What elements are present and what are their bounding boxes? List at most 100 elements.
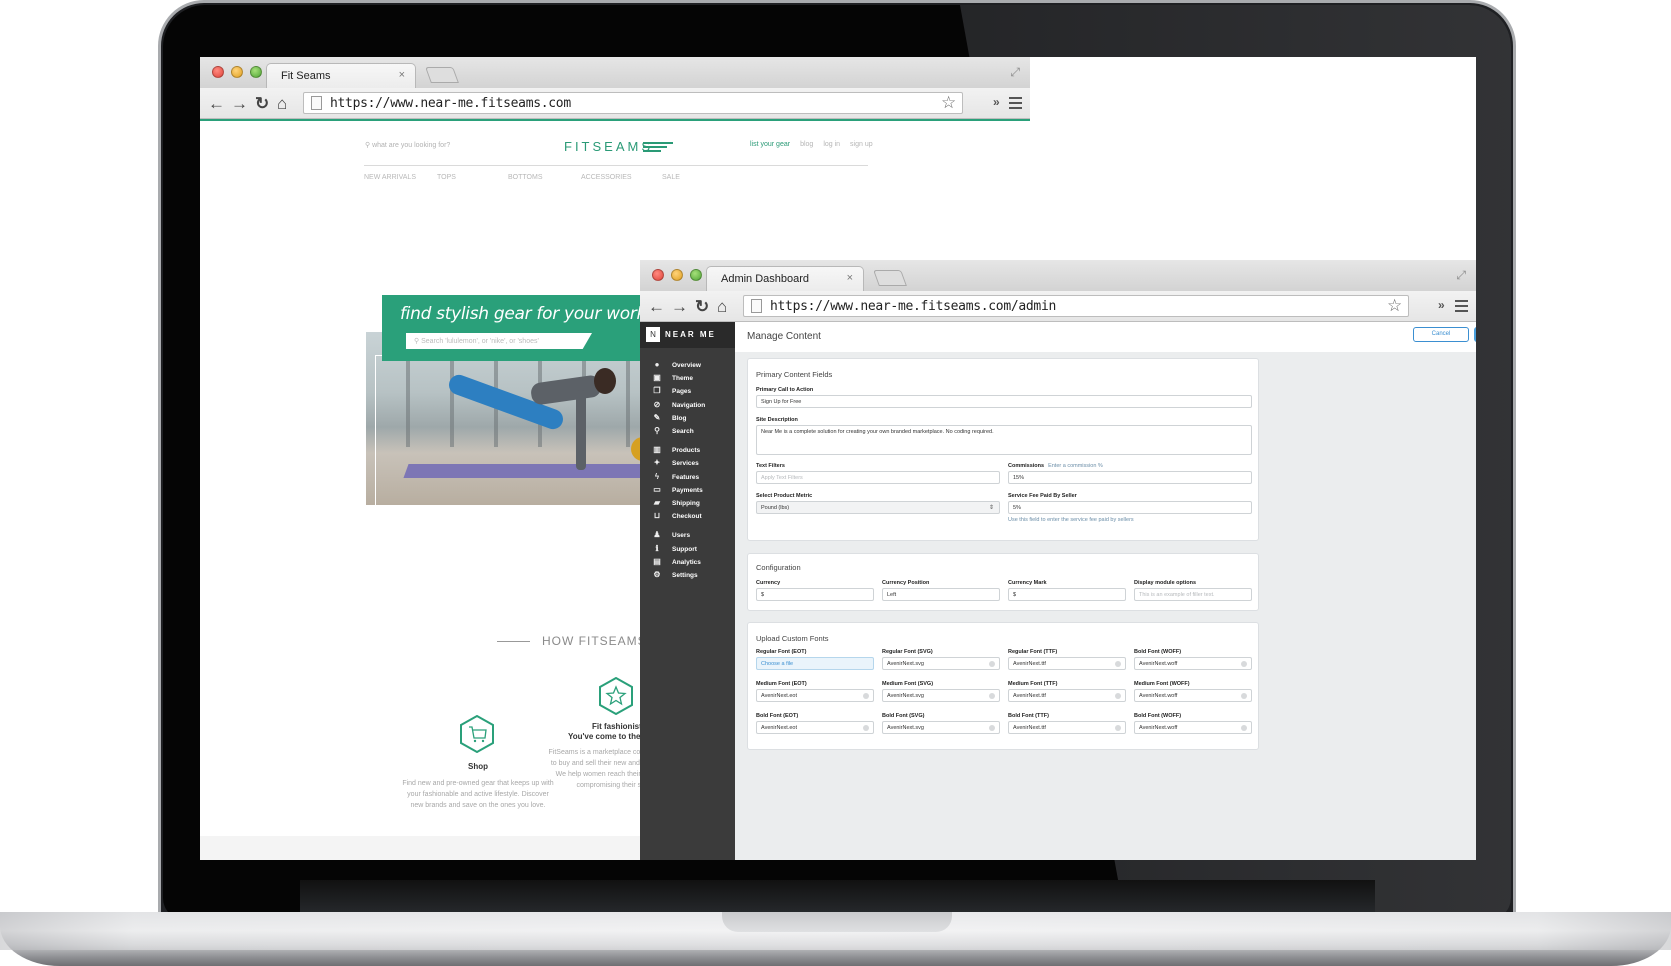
logo-stripes-icon: [643, 142, 673, 154]
sidebar-item-analytics[interactable]: ▤ Analytics: [652, 557, 701, 569]
nav-accessories[interactable]: ACCESSORIES: [581, 174, 632, 181]
medium-font-woff-file-input[interactable]: AvenirNext.woff: [1134, 689, 1252, 702]
sidebar-item-label: Products: [672, 447, 701, 455]
regular-font-ttf-file-input[interactable]: AvenirNext.ttf: [1008, 657, 1126, 670]
maximize-window-button[interactable]: [690, 269, 702, 281]
sidebar-item-overview[interactable]: ● Overview: [652, 360, 701, 372]
near-me-logo[interactable]: N: [646, 327, 660, 342]
extensions-chevron-icon[interactable]: »: [1438, 298, 1445, 312]
close-window-button[interactable]: [212, 66, 224, 78]
forward-icon[interactable]: →: [671, 297, 688, 317]
fullscreen-icon[interactable]: ⤢: [1010, 65, 1020, 80]
currency-position-input[interactable]: Left: [882, 588, 1000, 601]
minimize-window-button[interactable]: [671, 269, 683, 281]
sidebar-item-users[interactable]: ♟ Users: [652, 530, 690, 542]
primary-cta-input[interactable]: Sign Up for Free: [756, 395, 1252, 408]
bold-font-woff-file-input[interactable]: AvenirNext.woff: [1134, 657, 1252, 670]
commissions-input[interactable]: 15%: [1008, 471, 1252, 484]
bold-font-ttf-file-input[interactable]: AvenirNext.ttf: [1008, 721, 1126, 734]
bold-font-woff-file-input[interactable]: AvenirNext.woff: [1134, 721, 1252, 734]
clear-file-icon[interactable]: [989, 661, 995, 667]
sidebar-item-support[interactable]: ℹ Support: [652, 544, 696, 556]
clear-file-icon[interactable]: [1115, 661, 1121, 667]
tab-close-icon[interactable]: ×: [399, 69, 405, 81]
clear-file-icon[interactable]: [1241, 661, 1247, 667]
fitseams-logo[interactable]: FITSEAMS: [564, 139, 653, 154]
url-input[interactable]: https://www.near-me.fitseams.com ☆: [303, 92, 963, 114]
pages-icon: ❐: [653, 386, 661, 396]
clear-file-icon[interactable]: [1241, 693, 1247, 699]
clear-file-icon[interactable]: [1115, 693, 1121, 699]
browser-menu-icon[interactable]: [1455, 300, 1468, 315]
link-blog[interactable]: blog: [800, 141, 813, 148]
products-icon: ▥: [653, 445, 661, 455]
service-fee-input[interactable]: 5%: [1008, 501, 1252, 514]
clear-file-icon[interactable]: [989, 693, 995, 699]
minimize-window-button[interactable]: [231, 66, 243, 78]
nav-tops[interactable]: TOPS: [437, 174, 456, 181]
sidebar-item-settings[interactable]: ⚙ Settings: [652, 570, 697, 582]
save-button[interactable]: Save: [1474, 327, 1476, 342]
bookmark-star-icon[interactable]: ☆: [1387, 296, 1402, 316]
sidebar-item-blog[interactable]: ✎ Blog: [652, 413, 687, 425]
bookmark-star-icon[interactable]: ☆: [941, 93, 956, 113]
reload-icon[interactable]: ↻: [255, 94, 269, 114]
sidebar-item-navigation[interactable]: ⊘ Navigation: [652, 400, 706, 412]
site-description-textarea[interactable]: Near Me is a complete solution for creat…: [756, 425, 1252, 455]
sidebar-item-theme[interactable]: ▣ Theme: [652, 373, 693, 385]
forward-icon[interactable]: →: [231, 94, 248, 114]
clear-file-icon[interactable]: [1115, 725, 1121, 731]
nav-new-arrivals[interactable]: NEW ARRIVALS: [364, 174, 416, 181]
back-icon[interactable]: ←: [648, 297, 665, 317]
link-list-your-gear[interactable]: list your gear: [750, 141, 790, 148]
sidebar-item-search[interactable]: ⚲ Search: [652, 426, 694, 438]
maximize-window-button[interactable]: [250, 66, 262, 78]
nav-sale[interactable]: SALE: [662, 174, 680, 181]
product-metric-select[interactable]: Pound (lbs) ⇕: [756, 501, 1000, 514]
sidebar-item-payments[interactable]: ▭ Payments: [652, 485, 703, 497]
hero-search-input[interactable]: ⚲ Search 'lululemon', or 'nike', or 'sho…: [406, 333, 592, 349]
sidebar-item-products[interactable]: ▥ Products: [652, 445, 700, 457]
nav-bottoms[interactable]: BOTTOMS: [508, 174, 542, 181]
reload-icon[interactable]: ↻: [695, 297, 709, 317]
new-tab-button[interactable]: [873, 270, 907, 286]
regular-font-svg-file-input[interactable]: AvenirNext.svg: [882, 657, 1000, 670]
link-sign-up[interactable]: sign up: [850, 141, 873, 148]
sidebar-item-shipping[interactable]: ▰ Shipping: [652, 498, 700, 510]
clear-file-icon[interactable]: [863, 693, 869, 699]
medium-font-eot-file-input[interactable]: AvenirNext.eot: [756, 689, 874, 702]
sidebar-item-pages[interactable]: ❐ Pages: [652, 386, 691, 398]
fullscreen-icon[interactable]: ⤢: [1456, 268, 1466, 283]
url-input[interactable]: https://www.near-me.fitseams.com/admin ☆: [743, 295, 1409, 317]
regular-font-eot-file-input[interactable]: Choose a file: [756, 657, 874, 670]
back-icon[interactable]: ←: [208, 94, 225, 114]
sidebar-item-checkout[interactable]: ⊔ Checkout: [652, 511, 702, 523]
tab-close-icon[interactable]: ×: [847, 272, 853, 284]
bold-font-eot-file-input[interactable]: AvenirNext.eot: [756, 721, 874, 734]
tab-fit-seams[interactable]: Fit Seams ×: [266, 63, 416, 88]
display-module-options-input[interactable]: This is an example of filler text.: [1134, 588, 1252, 601]
medium-font-ttf-file-input[interactable]: AvenirNext.ttf: [1008, 689, 1126, 702]
home-icon[interactable]: ⌂: [717, 297, 727, 317]
tab-admin-dashboard[interactable]: Admin Dashboard ×: [706, 266, 864, 291]
sidebar-item-label: Search: [672, 428, 694, 435]
extensions-chevron-icon[interactable]: »: [993, 95, 1000, 109]
home-icon[interactable]: ⌂: [277, 94, 287, 114]
clear-file-icon[interactable]: [863, 725, 869, 731]
close-window-button[interactable]: [652, 269, 664, 281]
field-label: Bold Font (WOFF): [1134, 649, 1182, 655]
currency-input[interactable]: $: [756, 588, 874, 601]
clear-file-icon[interactable]: [1241, 725, 1247, 731]
sidebar-item-features[interactable]: ϟ Features: [652, 472, 699, 484]
currency-mark-input[interactable]: $: [1008, 588, 1126, 601]
bold-font-svg-file-input[interactable]: AvenirNext.svg: [882, 721, 1000, 734]
browser-menu-icon[interactable]: [1009, 97, 1022, 112]
new-tab-button[interactable]: [425, 67, 459, 83]
site-search-input[interactable]: ⚲ what are you looking for?: [365, 141, 450, 149]
cancel-button[interactable]: Cancel: [1413, 327, 1469, 342]
sidebar-item-services[interactable]: ✦ Services: [652, 458, 699, 470]
text-filters-input[interactable]: Apply Text Filters: [756, 471, 1000, 484]
medium-font-svg-file-input[interactable]: AvenirNext.svg: [882, 689, 1000, 702]
clear-file-icon[interactable]: [989, 725, 995, 731]
link-log-in[interactable]: log in: [823, 141, 840, 148]
